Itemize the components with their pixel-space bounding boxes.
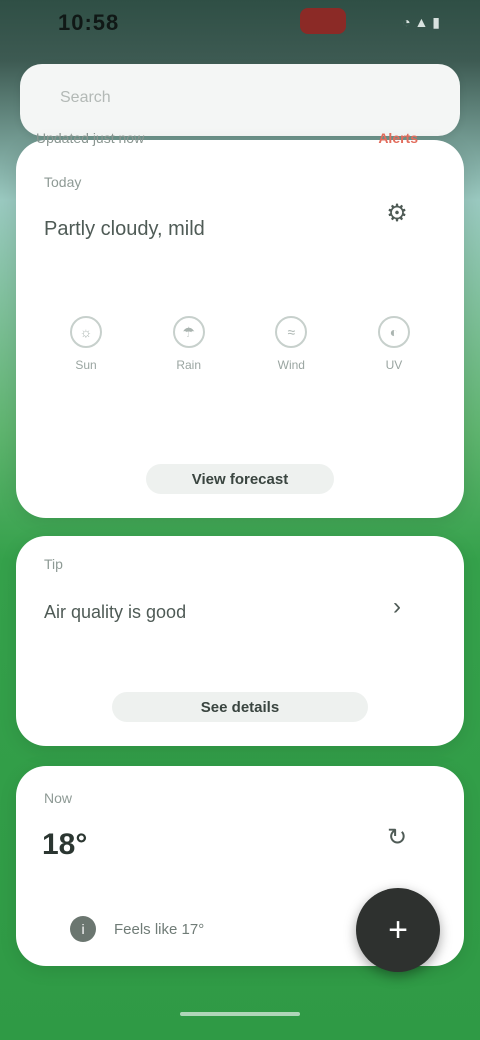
see-details-button[interactable]: See details — [112, 692, 368, 722]
status-time: 10:58 — [58, 10, 120, 35]
umbrella-icon: ☂ — [172, 316, 205, 348]
today-card[interactable]: Updated just now Alerts Today Partly clo… — [16, 130, 464, 518]
thermometer-icon: i — [70, 916, 96, 942]
temperature-value: 18° — [42, 828, 88, 861]
feature-label: Rain — [176, 358, 201, 372]
wind-icon: ≈ — [275, 316, 308, 348]
status-bar: 10:58 ◔ ▲ ▮ — [0, 0, 480, 52]
feature-label: Wind — [277, 358, 305, 372]
refresh-icon[interactable]: ↻ — [376, 816, 418, 858]
info-text: Feels like 17° — [114, 920, 205, 938]
status-icons: ◔ ▲ ▮ — [402, 14, 440, 30]
chevron-right-icon[interactable]: › — [376, 586, 418, 628]
view-forecast-button[interactable]: View forecast — [146, 464, 334, 494]
card-caption: Today — [44, 174, 82, 190]
info-row: i Feels like 17° — [70, 916, 204, 942]
uv-icon: ◐ — [377, 316, 410, 348]
feature-rain[interactable]: ☂ Rain — [139, 316, 239, 386]
card-caption: Now — [44, 790, 73, 806]
feature-uv[interactable]: ◐ UV — [344, 316, 444, 386]
home-indicator[interactable] — [180, 1012, 300, 1016]
feature-wind[interactable]: ≈ Wind — [241, 316, 341, 386]
card-caption: Tip — [44, 556, 63, 572]
feature-label: Sun — [75, 358, 97, 372]
alerts-link[interactable]: Alerts — [378, 130, 418, 146]
recording-indicator — [300, 8, 346, 34]
sun-icon: ☼ — [70, 316, 102, 348]
search-bar[interactable]: Search — [20, 64, 460, 136]
card-title: Air quality is good — [44, 602, 187, 622]
updated-label: Updated just now — [36, 130, 145, 146]
card-title: Partly cloudy, mild — [44, 218, 205, 240]
plus-icon[interactable]: + — [356, 888, 440, 972]
search-placeholder: Search — [60, 89, 111, 106]
feature-label: UV — [385, 358, 403, 372]
gear-icon[interactable]: ⚙ — [376, 192, 418, 234]
feature-row: ☼ Sun ☂ Rain ≈ Wind ◐ UV — [36, 316, 444, 386]
tip-card[interactable]: Tip Air quality is good › See details — [16, 536, 464, 746]
feature-sun[interactable]: ☼ Sun — [36, 316, 136, 386]
